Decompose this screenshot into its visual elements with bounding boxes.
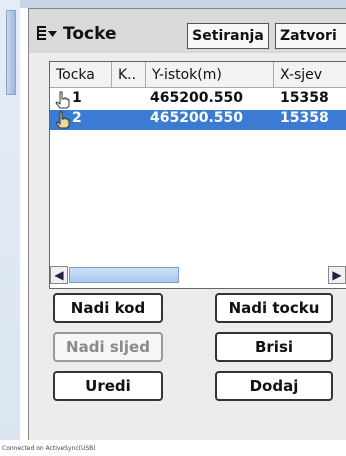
list-header: Tocka K.. Y-istok(m) X-sjev bbox=[50, 62, 346, 88]
cell-tocka: 2 bbox=[72, 110, 82, 126]
column-header-x-sjever[interactable]: X-sjev bbox=[274, 62, 346, 88]
desktop-left-strip bbox=[0, 0, 20, 440]
status-bar: Connected on ActiveSync(USB) bbox=[0, 444, 346, 456]
table-row-selected[interactable]: 2 465200.550 15358 bbox=[50, 110, 346, 130]
window-title: Tocke bbox=[63, 24, 117, 44]
column-header-tocka[interactable]: Tocka bbox=[50, 62, 112, 88]
cell-y-istok: 465200.550 bbox=[150, 90, 243, 106]
dodaj-button[interactable]: Dodaj bbox=[215, 371, 333, 401]
zatvori-button[interactable]: Zatvori bbox=[275, 23, 346, 49]
title-bar: Tocke Setiranja Zatvori bbox=[29, 9, 346, 53]
cell-x-sjever: 15358 bbox=[280, 110, 329, 126]
cell-y-istok: 465200.550 bbox=[150, 110, 243, 126]
tocke-window: Tocke Setiranja Zatvori Tocka K.. Y-isto… bbox=[28, 8, 346, 440]
column-header-y-istok[interactable]: Y-istok(m) bbox=[146, 62, 274, 88]
scroll-right-icon[interactable]: ▶ bbox=[328, 266, 346, 284]
pointing-hand-icon bbox=[54, 111, 72, 129]
table-row[interactable]: 1 465200.550 15358 bbox=[50, 90, 346, 110]
nadi-kod-button[interactable]: Nadi kod bbox=[53, 293, 163, 323]
setiranja-button[interactable]: Setiranja bbox=[187, 23, 269, 49]
brisi-button[interactable]: Brisi bbox=[215, 332, 333, 362]
scroll-left-icon[interactable]: ◀ bbox=[50, 266, 68, 284]
pointing-hand-icon bbox=[54, 91, 72, 109]
uredi-button[interactable]: Uredi bbox=[53, 371, 163, 401]
nadi-sljed-button[interactable]: Nadi sljed bbox=[53, 332, 163, 362]
side-handle bbox=[6, 10, 16, 95]
menu-dropdown-icon[interactable] bbox=[36, 24, 58, 46]
points-list[interactable]: Tocka K.. Y-istok(m) X-sjev 1 465200.550… bbox=[49, 61, 346, 289]
nadi-tocku-button[interactable]: Nadi tocku bbox=[215, 293, 333, 323]
status-text: Connected on ActiveSync(USB) bbox=[2, 445, 96, 452]
horizontal-scrollbar[interactable]: ◀ ▶ bbox=[50, 266, 346, 284]
column-header-k[interactable]: K.. bbox=[112, 62, 146, 88]
cell-x-sjever: 15358 bbox=[280, 90, 329, 106]
cell-tocka: 1 bbox=[72, 90, 82, 106]
scroll-thumb[interactable] bbox=[69, 267, 179, 283]
desktop-top-strip bbox=[20, 0, 346, 8]
